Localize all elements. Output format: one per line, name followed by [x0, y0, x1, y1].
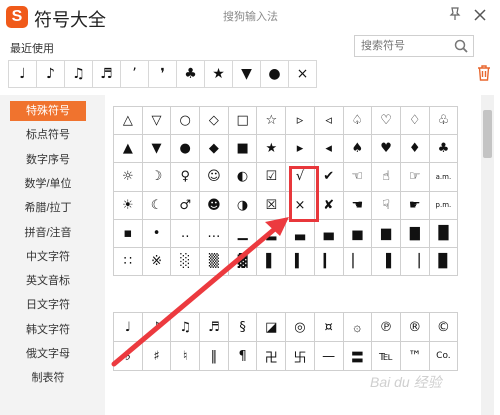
annotation-arrow [111, 217, 289, 367]
watermark: Bai du 经验 [370, 374, 442, 390]
